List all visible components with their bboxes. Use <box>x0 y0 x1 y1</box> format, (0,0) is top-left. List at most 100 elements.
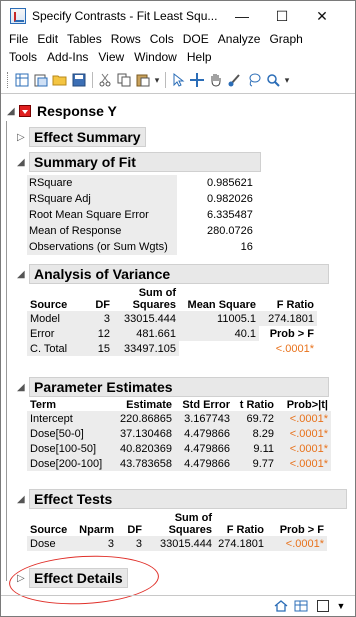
cell-source: Model <box>27 311 75 326</box>
menu-graph[interactable]: Graph <box>269 31 302 48</box>
specify-contrasts-window: Specify Contrasts - Fit Least Squ... — ☐… <box>0 0 356 617</box>
table-row: Intercept 220.86865 3.167743 69.72 <.000… <box>27 411 331 426</box>
cell-ss: 33015.444 <box>113 311 179 326</box>
fit-label: Root Mean Square Error <box>27 207 177 223</box>
disclosure-open-icon[interactable]: ◢ <box>17 494 29 505</box>
window-box-icon[interactable] <box>317 600 329 612</box>
hand-icon[interactable] <box>207 71 225 89</box>
disclosure-open-icon[interactable]: ◢ <box>7 106 19 117</box>
toolbar-separator <box>92 72 93 88</box>
new-table-icon[interactable] <box>13 71 31 89</box>
summary-of-fit-header[interactable]: ◢ Summary of Fit <box>17 152 261 172</box>
cell-prob: <.0001* <box>277 411 331 426</box>
analysis-of-variance-outline: ◢ Analysis of Variance Source DF Sum of S… <box>17 264 329 356</box>
summary-of-fit-outline: ◢ Summary of Fit RSquare 0.985621 RSquare… <box>17 152 261 255</box>
fit-value: 6.335487 <box>207 209 253 221</box>
chevron-down-icon[interactable]: ▼ <box>333 599 349 613</box>
title-bar: Specify Contrasts - Fit Least Squ... — ☐… <box>1 1 355 31</box>
report: ◢ Response Y <box>7 101 353 121</box>
cell-source: Error <box>27 326 75 341</box>
cell-ms: 11005.1 <box>179 311 259 326</box>
red-triangle-menu-icon[interactable] <box>19 105 31 117</box>
home-icon[interactable] <box>273 599 289 613</box>
arrow-tool-icon[interactable] <box>169 71 187 89</box>
cell-estimate: 43.783658 <box>111 456 175 471</box>
table-row: Error 12 481.661 40.1 Prob > F <box>27 326 317 341</box>
anova-header[interactable]: ◢ Analysis of Variance <box>17 264 329 284</box>
effect-tests-outline: ◢ Effect Tests Source Nparm DF Sum of Squ… <box>17 489 347 551</box>
summary-of-fit-table: RSquare 0.985621 RSquare Adj 0.982026 Root… <box>27 175 255 255</box>
menu-view[interactable]: View <box>98 49 124 66</box>
parameter-estimates-header[interactable]: ◢ Parameter Estimates <box>17 377 331 397</box>
disclosure-closed-icon[interactable]: ▷ <box>17 132 29 143</box>
menu-tools[interactable]: Tools <box>9 49 37 66</box>
table-row: C. Total 15 33497.105 <.0001* <box>27 341 317 356</box>
col-header-prob-f: Prob > F <box>279 524 324 536</box>
crosshair-icon[interactable] <box>188 71 206 89</box>
col-header-prob-t: Prob>|t| <box>286 399 328 411</box>
disclosure-open-icon[interactable]: ◢ <box>17 382 29 393</box>
effect-tests-header[interactable]: ◢ Effect Tests <box>17 489 347 509</box>
menu-rows[interactable]: Rows <box>111 31 141 48</box>
response-y-outline[interactable]: ◢ Response Y <box>7 101 353 121</box>
col-header-std-error: Std Error <box>182 399 230 411</box>
cell-term: Dose[100-50] <box>27 441 111 456</box>
effect-summary-outline[interactable]: ▷ Effect Summary <box>17 127 146 147</box>
minimize-button[interactable]: — <box>222 1 262 31</box>
summary-of-fit-title: Summary of Fit <box>29 152 261 172</box>
table-view-icon[interactable] <box>293 599 309 613</box>
menu-cols[interactable]: Cols <box>150 31 174 48</box>
cut-icon[interactable] <box>96 71 114 89</box>
col-header-t-ratio: t Ratio <box>239 399 274 411</box>
fit-label: Observations (or Sum Wgts) <box>27 239 177 255</box>
outline-guide-line <box>6 121 7 581</box>
menu-analyze[interactable]: Analyze <box>218 31 261 48</box>
folder-icon[interactable] <box>51 71 69 89</box>
disclosure-open-icon[interactable]: ◢ <box>17 269 29 280</box>
menu-add-ins[interactable]: Add-Ins <box>47 49 88 66</box>
copy-icon[interactable] <box>115 71 133 89</box>
close-button[interactable]: ✕ <box>302 1 342 31</box>
fit-label: RSquare Adj <box>27 191 177 207</box>
menu-help[interactable]: Help <box>187 49 212 66</box>
fit-label: RSquare <box>27 175 177 191</box>
cell-source: C. Total <box>27 341 75 356</box>
table-row: Dose 3 3 33015.444 274.1801 <.0001* <box>27 536 327 551</box>
cell-t-ratio: 9.77 <box>233 456 277 471</box>
cell-t-ratio: 9.11 <box>233 441 277 456</box>
toolbar-overflow-chevron-icon[interactable]: ▾ <box>153 71 161 89</box>
menu-file[interactable]: File <box>9 31 28 48</box>
toolbar-grip[interactable] <box>7 72 10 88</box>
col-header-f-ratio: F Ratio <box>226 524 264 536</box>
col-header-nparm: Nparm <box>79 524 114 536</box>
maximize-button[interactable]: ☐ <box>262 1 302 31</box>
cell-ms <box>179 341 259 356</box>
cell-estimate: 40.820369 <box>111 441 175 456</box>
cell-df: 12 <box>75 326 113 341</box>
open-icon[interactable] <box>32 71 50 89</box>
magnifier-icon[interactable] <box>264 71 282 89</box>
menu-doe[interactable]: DOE <box>183 31 209 48</box>
cell-estimate: 220.86865 <box>111 411 175 426</box>
col-header-source: Source <box>30 524 68 536</box>
toolbar-overflow-chevron-icon[interactable]: ▾ <box>283 71 291 89</box>
save-icon[interactable] <box>70 71 88 89</box>
brush-icon[interactable] <box>226 71 244 89</box>
lasso-icon[interactable] <box>245 71 263 89</box>
fit-value: 280.0726 <box>207 225 253 237</box>
paste-icon[interactable] <box>134 71 152 89</box>
cell-nparm: 3 <box>71 536 117 551</box>
fit-value: 0.985621 <box>207 177 253 189</box>
cell-std-error: 4.479866 <box>175 456 233 471</box>
parameter-estimates-table: Term Estimate Std Error t Ratio Prob>|t|… <box>27 399 331 471</box>
cell-std-error: 3.167743 <box>175 411 233 426</box>
cell-ss: 33497.105 <box>113 341 179 356</box>
menu-tables[interactable]: Tables <box>67 31 102 48</box>
table-row: Observations (or Sum Wgts) 16 <box>27 239 255 255</box>
col-header-sum-of-squares: Sum of Squares <box>168 512 212 536</box>
menu-edit[interactable]: Edit <box>37 31 58 48</box>
cell-term: Intercept <box>27 411 111 426</box>
fit-value: 0.982026 <box>207 193 253 205</box>
menu-window[interactable]: Window <box>134 49 177 66</box>
disclosure-open-icon[interactable]: ◢ <box>17 157 29 168</box>
